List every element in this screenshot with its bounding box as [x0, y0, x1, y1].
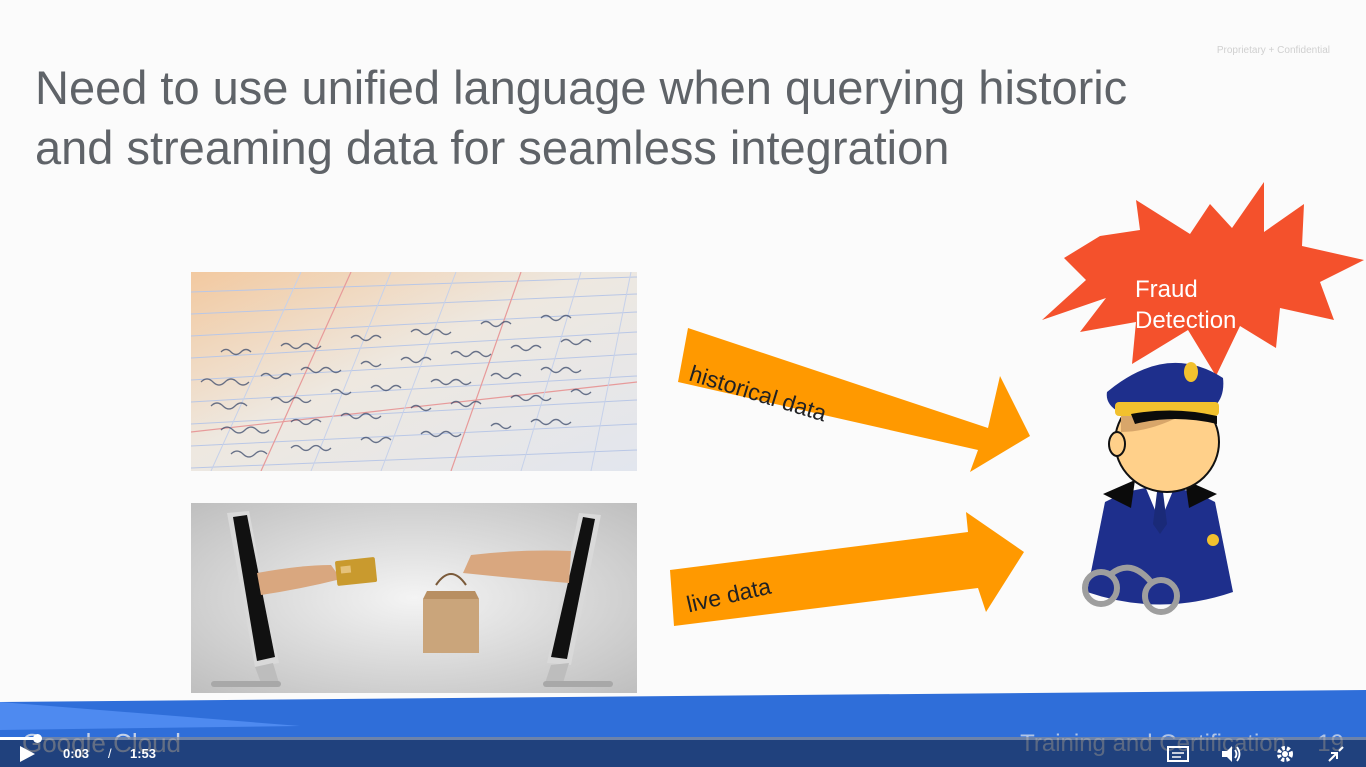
current-time: 0:03: [63, 746, 90, 761]
ledger-photo: [191, 272, 637, 471]
volume-icon[interactable]: [1220, 744, 1242, 764]
captions-icon[interactable]: [1167, 744, 1189, 764]
progress-fill: [0, 737, 37, 740]
exit-fullscreen-icon[interactable]: [1325, 744, 1347, 764]
progress-handle[interactable]: [32, 734, 42, 743]
play-icon[interactable]: [18, 745, 36, 763]
slide-title: Need to use unified language when queryi…: [35, 58, 1235, 178]
fraud-line-2: Detection: [1135, 307, 1237, 334]
historical-data-arrow: [678, 328, 1030, 472]
online-shopping-photo: [191, 503, 637, 693]
fraud-line-1: Fraud: [1135, 276, 1198, 303]
slide-title-line-2: and streaming data for seamless integrat…: [35, 121, 950, 174]
slide-title-line-1: Need to use unified language when queryi…: [35, 61, 1128, 114]
policeman-illustration: [1082, 362, 1233, 615]
total-time: 1:53: [130, 746, 157, 761]
video-control-bar: [0, 737, 1366, 767]
time-separator: /: [108, 746, 112, 761]
fraud-detection-text: Fraud Detection: [1135, 274, 1236, 336]
video-slide: Proprietary + Confidential Need to use u…: [0, 0, 1366, 767]
confidential-label: Proprietary + Confidential: [1216, 45, 1330, 56]
progress-bar[interactable]: [0, 734, 1366, 743]
settings-icon[interactable]: [1274, 744, 1296, 764]
